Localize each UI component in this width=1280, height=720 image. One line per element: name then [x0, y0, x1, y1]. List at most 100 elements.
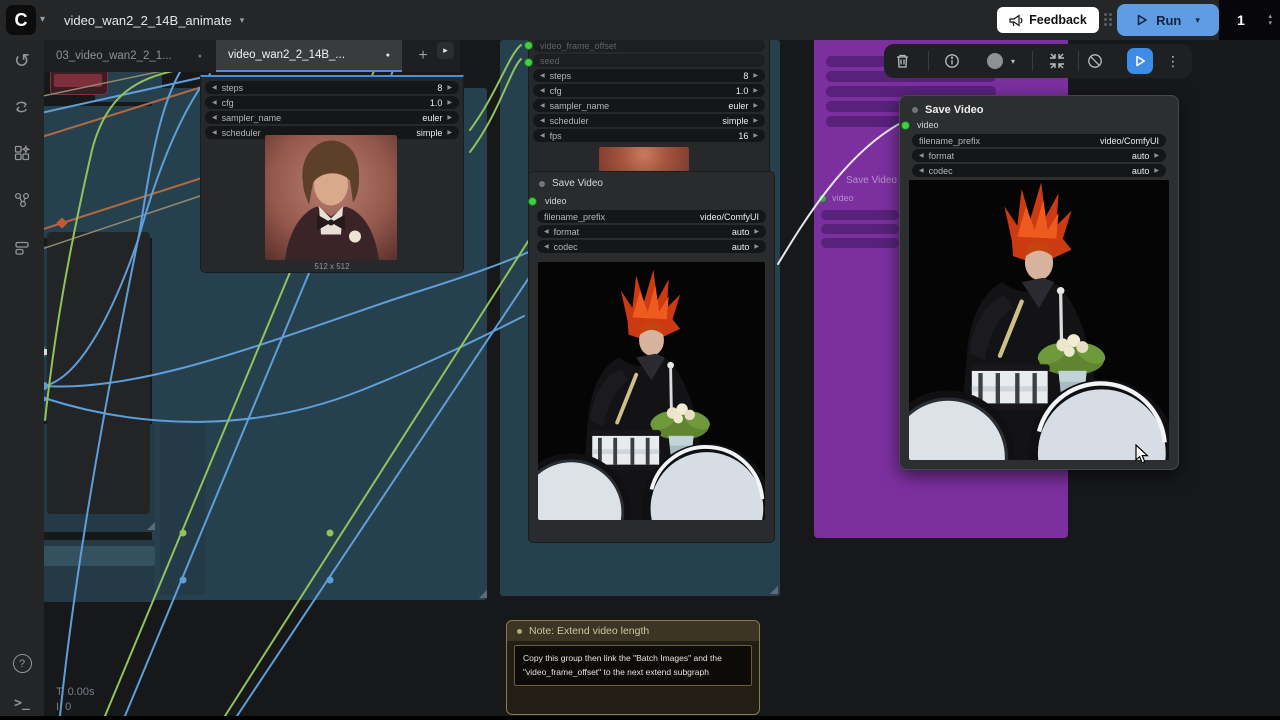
increment-arrow-icon[interactable]: ▶: [753, 103, 758, 109]
decrement-arrow-icon[interactable]: ◀: [540, 133, 545, 139]
toolbar-divider: [1078, 51, 1079, 71]
model-library-icon[interactable]: [0, 191, 44, 209]
tab-inactive-workflow[interactable]: 03_video_wan2_2_1... ●: [44, 40, 214, 72]
collapse-dot-icon[interactable]: [539, 181, 545, 187]
widget-codec[interactable]: ◀ codec auto ▶: [537, 240, 766, 253]
node-header[interactable]: Save Video: [529, 172, 774, 195]
increment-arrow-icon[interactable]: ▶: [753, 88, 758, 94]
video-input-label: video: [545, 196, 567, 206]
increment-arrow-icon[interactable]: ▶: [754, 244, 759, 250]
note-title: Note: Extend video length: [529, 625, 649, 637]
widget-scheduler[interactable]: ◀ scheduler simple ▶: [533, 114, 765, 127]
history-icon[interactable]: ↺: [0, 50, 44, 73]
increment-arrow-icon[interactable]: ▶: [753, 133, 758, 139]
tab-status-dot: ●: [386, 52, 390, 59]
decrement-arrow-icon[interactable]: ◀: [919, 168, 924, 174]
execute-node-button[interactable]: [1127, 48, 1153, 74]
video-preview[interactable]: [538, 262, 765, 520]
node-header[interactable]: Save Video: [900, 96, 1178, 124]
help-icon[interactable]: ?: [0, 654, 44, 673]
bypass-icon[interactable]: [1081, 44, 1109, 78]
video-input-dot[interactable]: [528, 197, 537, 206]
decrement-arrow-icon[interactable]: ◀: [540, 118, 545, 124]
widget-sampler-name[interactable]: ◀ sampler_name euler ▶: [533, 99, 765, 112]
terminal-icon[interactable]: >_: [0, 696, 44, 711]
increment-arrow-icon[interactable]: ▶: [447, 85, 452, 91]
play-icon: [1134, 55, 1146, 67]
run-button[interactable]: Run ▾: [1117, 4, 1219, 36]
save-video-node-right[interactable]: Save Video video filename_prefix video/C…: [899, 95, 1179, 470]
more-options-icon[interactable]: ⋮: [1162, 44, 1184, 78]
increment-arrow-icon[interactable]: ▶: [753, 118, 758, 124]
widget-fps[interactable]: ◀ fps 16 ▶: [533, 129, 765, 142]
increment-arrow-icon[interactable]: ▶: [447, 115, 452, 121]
decrement-arrow-icon[interactable]: ◀: [540, 73, 545, 79]
ksampler-node-left[interactable]: ◀ steps 8 ▶ ◀ cfg 1.0 ▶ ◀ sampler_name e…: [200, 75, 464, 273]
note-header[interactable]: Note: Extend video length: [507, 621, 759, 641]
collapse-node-icon[interactable]: [1043, 44, 1071, 78]
tab-overflow-button[interactable]: ▸: [437, 42, 454, 59]
new-tab-button[interactable]: +: [410, 40, 436, 72]
tab-active-workflow[interactable]: video_wan2_2_14B_... ●: [216, 40, 402, 72]
toolbar-grip-handle[interactable]: [1104, 13, 1112, 26]
widget-cfg[interactable]: ◀ cfg 1.0 ▶: [533, 84, 765, 97]
status-time: T: 0.00s: [56, 686, 95, 698]
count-up-icon[interactable]: ▴: [1268, 13, 1272, 20]
batch-count-stepper[interactable]: 1 ▴ ▾: [1219, 0, 1280, 40]
save-video-node-mid[interactable]: Save Video video filename_prefix video/C…: [528, 171, 775, 543]
collapse-dot-icon[interactable]: [912, 107, 918, 113]
widget-filename-prefix[interactable]: filename_prefix video/ComfyUI: [537, 210, 766, 223]
letterbox-bar: [0, 716, 1280, 720]
video-input-dot[interactable]: [901, 121, 910, 130]
input-video-frame-offset[interactable]: video_frame_offset: [533, 39, 765, 52]
input-seed[interactable]: seed: [533, 54, 765, 67]
increment-arrow-icon[interactable]: ▶: [1154, 153, 1159, 159]
feedback-button[interactable]: Feedback: [997, 7, 1099, 33]
run-label: Run: [1156, 13, 1181, 28]
widget-steps[interactable]: ◀ steps 8 ▶: [205, 81, 459, 94]
widget-format[interactable]: ◀ format auto ▶: [912, 149, 1166, 162]
workflow-title-menu[interactable]: video_wan2_2_14B_animate ▾: [64, 0, 244, 40]
decrement-arrow-icon[interactable]: ◀: [212, 130, 217, 136]
run-options-chevron-icon[interactable]: ▾: [1195, 15, 1200, 26]
video-frame-offset-input-dot[interactable]: [524, 41, 533, 50]
count-down-icon[interactable]: ▾: [1268, 20, 1272, 27]
increment-arrow-icon[interactable]: ▶: [447, 100, 452, 106]
decrement-arrow-icon[interactable]: ◀: [212, 85, 217, 91]
note-node[interactable]: Note: Extend video length Copy this grou…: [506, 620, 760, 715]
comfyui-logo[interactable]: C: [6, 5, 36, 35]
decrement-arrow-icon[interactable]: ◀: [544, 229, 549, 235]
widget-cfg[interactable]: ◀ cfg 1.0 ▶: [205, 96, 459, 109]
increment-arrow-icon[interactable]: ▶: [1154, 168, 1159, 174]
color-chevron-icon[interactable]: ▾: [1005, 44, 1021, 78]
decrement-arrow-icon[interactable]: ◀: [540, 88, 545, 94]
video-preview[interactable]: [909, 180, 1169, 460]
widget-codec[interactable]: ◀ codec auto ▶: [912, 164, 1166, 177]
info-icon[interactable]: [938, 44, 966, 78]
node-title: Save Video: [552, 178, 603, 189]
status-iterations: I: 0: [56, 701, 71, 713]
node-library-icon[interactable]: [0, 144, 44, 162]
widget-steps[interactable]: ◀ steps 8 ▶: [533, 69, 765, 82]
widget-format[interactable]: ◀ format auto ▶: [537, 225, 766, 238]
workflows-icon[interactable]: [0, 239, 44, 257]
increment-arrow-icon[interactable]: ▶: [753, 73, 758, 79]
increment-arrow-icon[interactable]: ▶: [754, 229, 759, 235]
widget-sampler-name[interactable]: ◀ sampler_name euler ▶: [205, 111, 459, 124]
collapse-dot-icon[interactable]: [517, 629, 522, 634]
selection-toolbar: ▾ ⋮: [884, 44, 1192, 78]
connections-icon[interactable]: [0, 98, 44, 116]
decrement-arrow-icon[interactable]: ◀: [212, 100, 217, 106]
ksampler-node-mid[interactable]: video_frame_offset seed ◀ steps 8 ▶ ◀ cf…: [528, 30, 770, 180]
video-input-label: video: [917, 120, 939, 130]
decrement-arrow-icon[interactable]: ◀: [212, 115, 217, 121]
seed-input-dot[interactable]: [524, 58, 533, 67]
decrement-arrow-icon[interactable]: ◀: [540, 103, 545, 109]
increment-arrow-icon[interactable]: ▶: [447, 130, 452, 136]
widget-filename-prefix[interactable]: filename_prefix video/ComfyUI: [912, 134, 1166, 147]
decrement-arrow-icon[interactable]: ◀: [919, 153, 924, 159]
toolbar-divider: [1032, 51, 1033, 71]
decrement-arrow-icon[interactable]: ◀: [544, 244, 549, 250]
logo-menu-chevron-icon[interactable]: ▾: [40, 14, 45, 25]
delete-icon[interactable]: [888, 44, 916, 78]
